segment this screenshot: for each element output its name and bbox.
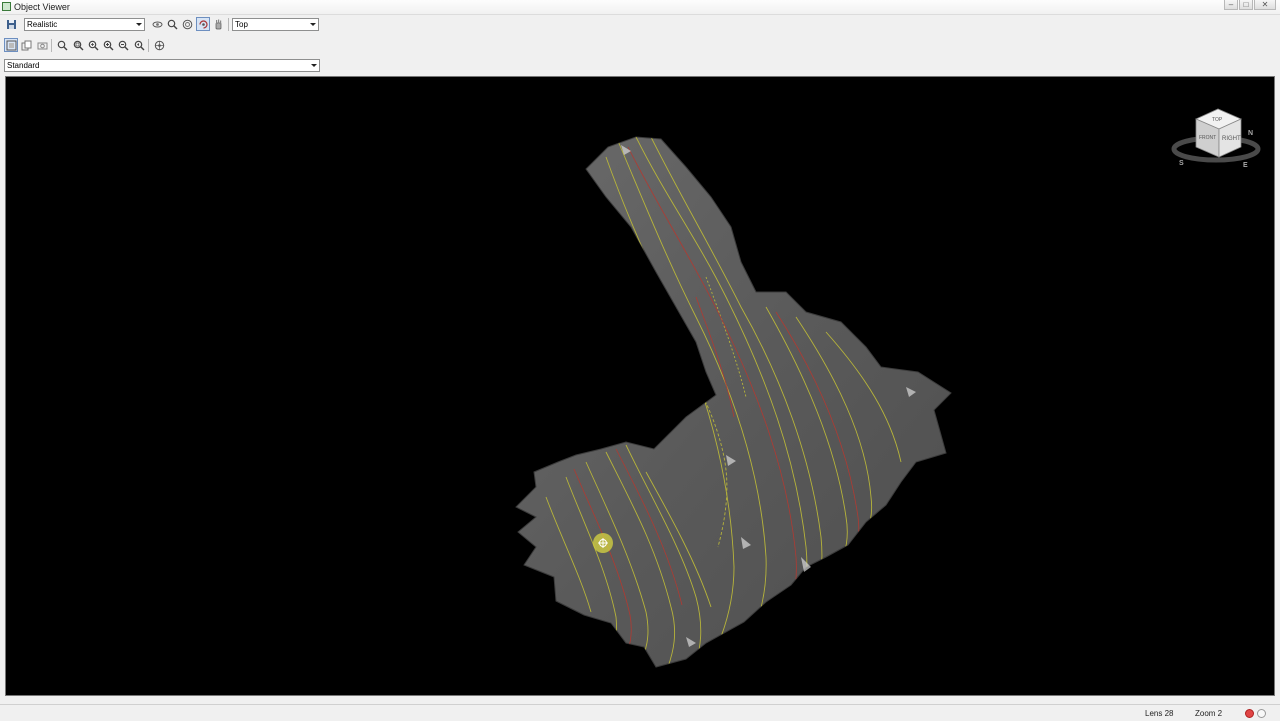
zoom-out-button[interactable] [116,38,130,52]
save-button[interactable] [4,17,18,31]
zoom-window-button[interactable] [71,38,85,52]
title-bar: Object Viewer – □ ✕ [0,0,1280,15]
toolbar-separator [51,39,52,52]
copy-view-button[interactable] [19,38,33,52]
toolbar-top: Realistic Top [0,15,1280,35]
display-mode-value: Standard [7,61,40,70]
display-mode-dropdown[interactable]: Standard [4,59,320,72]
visual-style-dropdown[interactable]: Realistic [24,18,145,31]
view-value: Top [235,20,248,29]
view-dropdown[interactable]: Top [232,18,319,31]
free-orbit-button[interactable] [180,17,194,31]
steering-wheel-icon [154,40,164,50]
chevron-down-icon [309,60,318,71]
steering-wheel-button[interactable] [152,38,166,52]
zoom-out-icon [118,40,128,50]
zoom-previous-button[interactable] [132,38,146,52]
viewport-mode-button[interactable] [4,38,18,52]
status-indicator-icon[interactable] [1257,709,1266,718]
magnifier-icon [167,19,177,29]
toolbar-separator [228,18,229,31]
zoom-readout: Zoom 2 [1195,709,1223,718]
terrain-surface [515,136,952,668]
terrain-scene: TOP FRONT RIGHT N S E [515,108,1261,668]
maximize-button[interactable]: □ [1239,0,1253,10]
3d-viewport[interactable]: TOP FRONT RIGHT N S E [5,76,1275,696]
record-indicator-icon[interactable] [1245,709,1254,718]
visual-style-value: Realistic [27,20,58,29]
pan-button[interactable] [211,17,225,31]
toolbar-separator [148,39,149,52]
save-icon [6,19,16,29]
compass-east-label: E [1243,162,1248,169]
zoom-in-button[interactable] [101,38,115,52]
minimize-button[interactable]: – [1224,0,1238,10]
lens-readout: Lens 28 [1145,709,1174,718]
free-orbit-icon [182,19,192,29]
named-views-button[interactable] [35,38,49,52]
viewport-icon [6,40,16,50]
close-button[interactable]: ✕ [1254,0,1276,10]
zoom-button[interactable] [55,38,69,52]
continuous-orbit-icon [198,19,208,29]
zoom-extents-button[interactable] [86,38,100,52]
compass-north-label: N [1248,130,1253,137]
copy-icon [21,40,31,50]
viewcube[interactable]: TOP FRONT RIGHT N S E [1171,108,1261,169]
status-bar: Lens 28 Zoom 2 [0,704,1280,721]
continuous-orbit-button[interactable] [196,17,210,31]
compass-south-label: S [1179,160,1184,167]
viewcube-front-label: FRONT [1199,135,1216,141]
chevron-down-icon [308,19,317,30]
zoom-window-icon [73,40,83,50]
orbit-icon [152,21,162,27]
app-icon [2,2,11,11]
viewcube-top-label: TOP [1212,117,1223,123]
zoom-icon [57,40,67,50]
camera-icon [37,42,47,49]
viewcube-right-label: RIGHT [1222,136,1241,142]
toolbar-zoom [0,36,1280,56]
chevron-down-icon [134,19,143,30]
window-controls: – □ ✕ [1223,0,1276,12]
zoom-extents-icon [88,40,98,50]
hand-icon [215,19,221,29]
zoom-realtime-button[interactable] [165,17,179,31]
orbit-button[interactable] [150,17,164,31]
zoom-previous-icon [134,40,144,50]
window-title: Object Viewer [14,2,70,12]
zoom-in-icon [103,40,113,50]
